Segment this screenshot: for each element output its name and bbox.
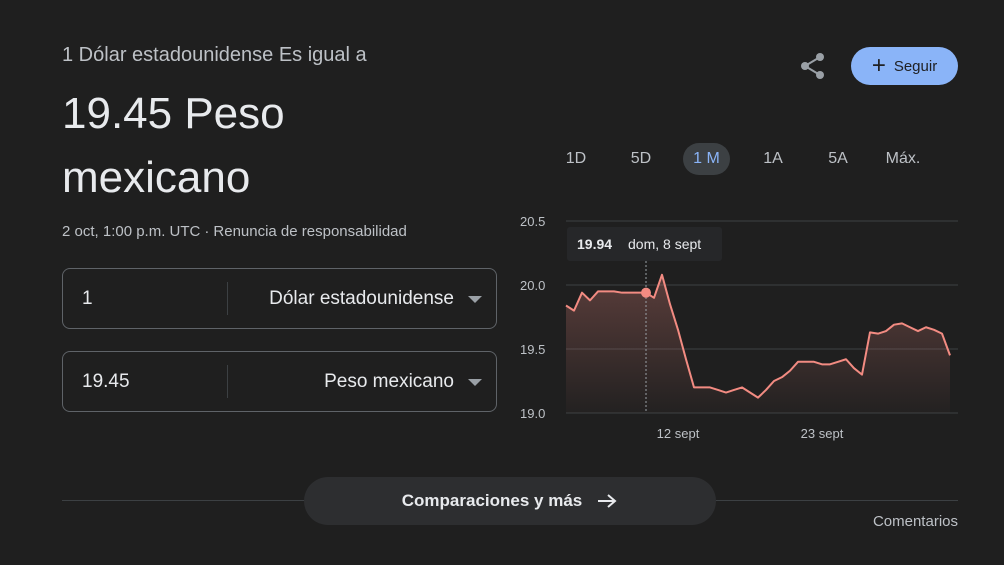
from-currency-select[interactable]: Dólar estadounidense — [269, 269, 454, 328]
time-range-tabs: 1D 5D 1 M 1A 5A Máx. — [553, 143, 958, 177]
range-tab-1d[interactable]: 1D — [555, 143, 597, 175]
y-tick-label: 19.5 — [520, 342, 545, 357]
to-currency-field: 19.45 Peso mexicano — [62, 351, 497, 412]
share-icon[interactable] — [798, 51, 828, 81]
feedback-link[interactable]: Comentarios — [873, 513, 958, 530]
range-tab-5a[interactable]: 5A — [817, 143, 859, 175]
to-amount-input[interactable]: 19.45 — [82, 352, 130, 411]
exchange-rate-chart[interactable]: 20.5 20.0 19.5 19.0 12 sept 23 sept 19.94 dom, … — [510, 205, 970, 450]
range-tab-5d[interactable]: 5D — [620, 143, 662, 175]
tooltip-date: dom, 8 sept — [628, 236, 701, 252]
x-tick-label: 12 sept — [657, 426, 700, 441]
area-fill — [566, 274, 950, 413]
x-tick-label: 23 sept — [801, 426, 844, 441]
comparisons-button[interactable]: Comparaciones y más — [304, 477, 716, 525]
plus-icon: + — [871, 52, 886, 79]
follow-button[interactable]: + Seguir — [851, 47, 958, 85]
conversion-result: 19.45 Peso mexicano — [62, 89, 285, 202]
tooltip-value: 19.94 — [577, 236, 612, 252]
to-currency-select[interactable]: Peso mexicano — [324, 352, 454, 411]
range-tab-max[interactable]: Máx. — [878, 143, 928, 175]
comparisons-label: Comparaciones y más — [401, 491, 583, 510]
y-tick-label: 20.0 — [520, 278, 545, 293]
conversion-subtitle: 1 Dólar estadounidense Es igual a — [62, 44, 367, 66]
from-currency-field: 1 Dólar estadounidense — [62, 268, 497, 329]
range-tab-1a[interactable]: 1A — [752, 143, 794, 175]
y-tick-label: 20.5 — [520, 214, 545, 229]
field-divider — [227, 365, 228, 398]
timestamp-line: 2 oct, 1:00 p.m. UTC · Renuncia de respons… — [62, 223, 407, 240]
from-amount-input[interactable]: 1 — [82, 269, 93, 328]
timestamp: 2 oct, 1:00 p.m. UTC — [62, 223, 201, 240]
hover-point — [641, 287, 651, 298]
follow-label: Seguir — [893, 57, 938, 75]
disclaimer-link[interactable]: Renuncia de responsabilidad — [213, 223, 406, 240]
arrow-right-icon — [598, 494, 617, 508]
currency-converter-card: 1 Dólar estadounidense Es igual a 19.45 … — [0, 0, 1004, 565]
chevron-down-icon[interactable] — [468, 379, 482, 386]
chevron-down-icon[interactable] — [468, 296, 482, 303]
field-divider — [227, 282, 228, 315]
y-tick-label: 19.0 — [520, 406, 545, 421]
separator: · — [204, 223, 210, 240]
range-tab-1m[interactable]: 1 M — [683, 143, 730, 175]
